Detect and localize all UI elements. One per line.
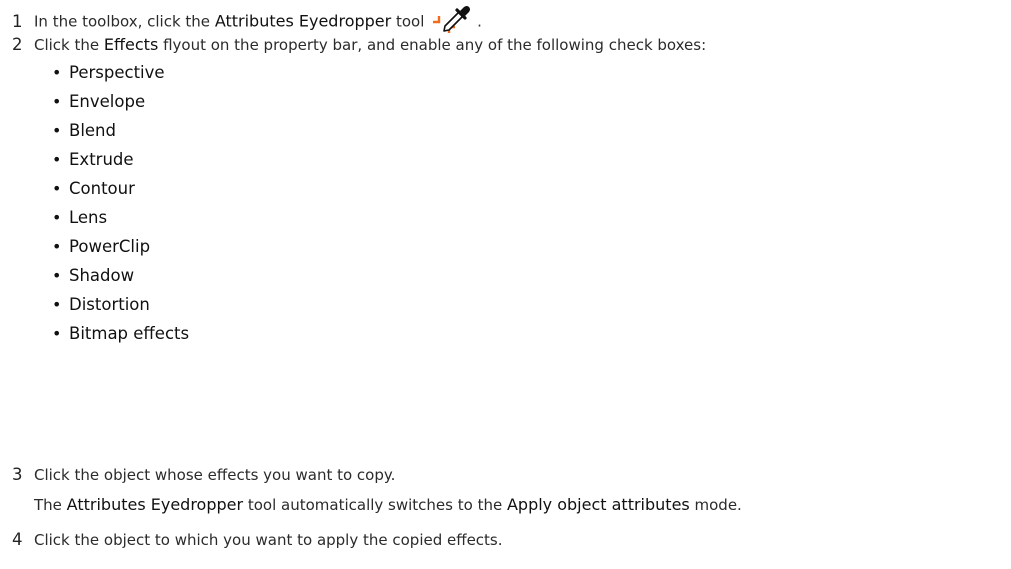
step-text: In the toolbox, click the [34,12,215,31]
effect-label: Shadow [69,266,135,285]
result-text: tool automatically switches to the [243,496,507,514]
bullet: • [52,179,62,198]
list-item: • Lens [52,203,189,232]
bullet: • [52,324,62,343]
ui-term-attributes-eyedropper: Attributes Eyedropper [66,495,244,514]
bullet: • [52,121,62,140]
step-3: 3 Click the object whose effects you want… [12,463,395,487]
list-item: • Perspective [52,58,189,87]
bullet: • [52,295,62,314]
result-text: The [34,496,67,514]
step-number: 1 [12,11,23,31]
bullet: • [52,150,62,169]
step-text: . [477,12,482,31]
step-text: Click the [34,36,104,54]
list-item: • Envelope [52,87,189,116]
effect-label: Bitmap effects [69,324,190,343]
step-2: 2 Click the Effects flyout on the propert… [12,33,706,57]
step-text: tool [391,12,430,31]
result-text: mode. [689,496,742,514]
step-4: 4 Click the object to which you want to a… [12,528,503,552]
list-item: • Distortion [52,290,189,319]
ui-term-effects: Effects [103,35,159,54]
effect-label: Envelope [69,92,146,111]
attributes-eyedropper-icon [429,2,477,34]
list-item: • Shadow [52,261,189,290]
effect-label: Extrude [69,150,134,169]
ui-term-attributes-eyedropper: Attributes Eyedropper [214,11,392,31]
step-text: flyout on the property bar, and enable a… [158,36,707,54]
effect-label: Blend [69,121,116,140]
bullet: • [52,237,62,256]
list-item: • Extrude [52,145,189,174]
step-text: Click the object whose effects you want … [34,466,396,484]
step-number: 4 [12,530,23,549]
effect-label: PowerClip [69,237,151,256]
bullet: • [52,92,62,111]
step-number: 2 [12,35,23,54]
effects-list: • Perspective • Envelope • Blend • Extrude •… [52,58,189,348]
effect-label: Contour [69,179,135,198]
step-3-result: The Attributes Eyedropper tool automatic… [34,493,742,517]
step-text: Click the object to which you want to ap… [34,531,503,549]
list-item: • Contour [52,174,189,203]
bullet: • [52,63,62,82]
bullet: • [52,266,62,285]
effect-label: Lens [69,208,108,227]
list-item: • Blend [52,116,189,145]
list-item: • PowerClip [52,232,189,261]
list-item: • Bitmap effects [52,319,189,348]
ui-term-apply-object-attributes: Apply object attributes [506,495,690,514]
effect-label: Perspective [69,63,165,82]
bullet: • [52,208,62,227]
effect-label: Distortion [69,295,150,314]
step-number: 3 [12,465,23,484]
